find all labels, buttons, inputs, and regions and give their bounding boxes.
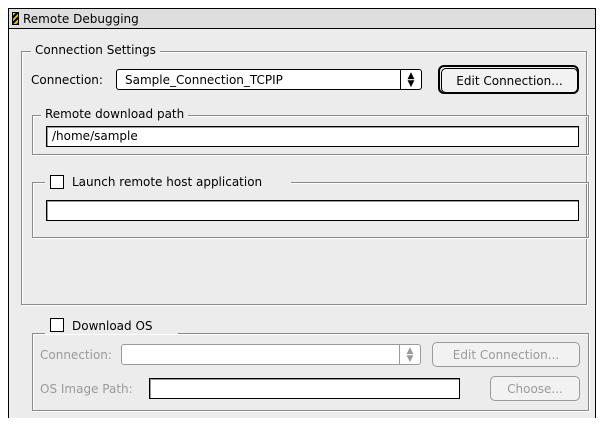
download-os-checkbox[interactable] bbox=[50, 318, 64, 332]
up-down-arrows-icon: ▲ ▼ bbox=[400, 70, 421, 89]
settings-panel: Connection Settings Connection: Sample_C… bbox=[8, 29, 596, 418]
window-header: Remote Debugging bbox=[8, 8, 596, 29]
os-image-path-label: OS Image Path: bbox=[40, 382, 133, 396]
os-edit-connection-button[interactable]: Edit Connection... bbox=[432, 342, 580, 367]
launch-remote-checkbox[interactable] bbox=[50, 175, 64, 189]
remote-download-path-field[interactable]: /home/sample bbox=[46, 126, 579, 147]
launch-remote-label: Launch remote host application bbox=[72, 175, 263, 189]
connection-popup-value: Sample_Connection_TCPIP bbox=[125, 73, 283, 87]
os-image-path-field[interactable] bbox=[149, 378, 460, 399]
connection-label: Connection: bbox=[31, 73, 103, 87]
download-os-label: Download OS bbox=[72, 319, 153, 333]
up-down-arrows-icon: ▲ ▼ bbox=[399, 345, 420, 364]
connection-popup[interactable]: Sample_Connection_TCPIP ▲ ▼ bbox=[116, 69, 422, 90]
choose-button[interactable]: Choose... bbox=[490, 376, 580, 401]
remote-download-legend: Remote download path bbox=[41, 106, 189, 122]
os-connection-popup[interactable]: ▲ ▼ bbox=[121, 344, 421, 365]
edit-connection-button-frame: Edit Connection... bbox=[438, 65, 579, 94]
striped-window-icon bbox=[12, 12, 19, 25]
connection-settings-legend: Connection Settings bbox=[31, 42, 160, 58]
os-connection-label: Connection: bbox=[40, 348, 112, 362]
window-title: Remote Debugging bbox=[23, 12, 139, 26]
launch-remote-field[interactable] bbox=[46, 200, 579, 221]
edit-connection-button[interactable]: Edit Connection... bbox=[441, 68, 578, 93]
